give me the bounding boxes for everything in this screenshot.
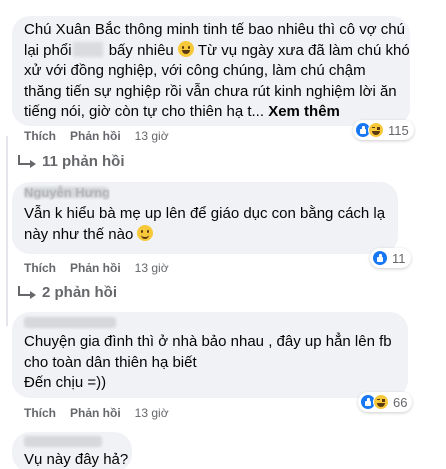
comment-text: Chuyện gia đình thì ở nhà bảo nhau , đây… bbox=[24, 333, 392, 391]
reaction-count: 11 bbox=[392, 250, 406, 266]
reaction-summary[interactable]: 66 bbox=[358, 392, 413, 412]
author-name-blurred[interactable] bbox=[24, 436, 102, 447]
censored-word bbox=[72, 41, 103, 57]
reply-button[interactable]: Phản hồi bbox=[70, 129, 121, 143]
like-button[interactable]: Thích bbox=[24, 129, 56, 143]
reaction-count: 115 bbox=[388, 122, 409, 138]
reply-arrow-icon bbox=[18, 154, 36, 168]
like-button[interactable]: Thích bbox=[24, 406, 56, 420]
thread-line bbox=[6, 296, 8, 326]
reply-arrow-icon bbox=[18, 285, 36, 299]
reaction-summary[interactable]: 115 bbox=[353, 120, 414, 140]
comment-text: Vẫn k hiểu bà mẹ up lên để giáo dục con … bbox=[24, 205, 386, 243]
timestamp[interactable]: 13 giờ bbox=[135, 406, 169, 420]
comment-text: Vụ này đây hả? bbox=[24, 451, 129, 468]
comment-text: Chú Xuân Bắc thông minh tinh tế bao nhiê… bbox=[24, 21, 410, 120]
haha-reaction-icon bbox=[368, 122, 384, 138]
laugh-emoji-icon bbox=[177, 40, 194, 57]
haha-reaction-icon bbox=[373, 394, 389, 410]
author-name[interactable]: Nguyễn Hưng bbox=[24, 185, 110, 200]
reaction-summary[interactable]: 11 bbox=[370, 248, 411, 268]
view-replies-link[interactable]: 11 phản hồi bbox=[18, 153, 125, 170]
view-replies-link[interactable]: 2 phản hồi bbox=[18, 284, 117, 301]
comment-actions: Thích Phản hồi 13 giờ bbox=[24, 129, 183, 143]
see-more-link[interactable]: Xem thêm bbox=[268, 103, 340, 120]
timestamp[interactable]: 13 giờ bbox=[135, 129, 169, 143]
like-button[interactable]: Thích bbox=[24, 261, 56, 275]
comment-actions: Thích Phản hồi 13 giờ bbox=[24, 406, 183, 420]
author-name-blurred[interactable] bbox=[24, 317, 116, 328]
reply-button[interactable]: Phản hồi bbox=[70, 406, 121, 420]
thread-line bbox=[6, 136, 8, 296]
timestamp[interactable]: 13 giờ bbox=[135, 261, 169, 275]
reaction-count: 66 bbox=[393, 394, 408, 410]
smile-emoji-icon bbox=[137, 224, 154, 241]
comment-actions: Thích Phản hồi 13 giờ bbox=[24, 261, 183, 275]
like-reaction-icon bbox=[372, 250, 388, 266]
reply-button[interactable]: Phản hồi bbox=[70, 261, 121, 275]
